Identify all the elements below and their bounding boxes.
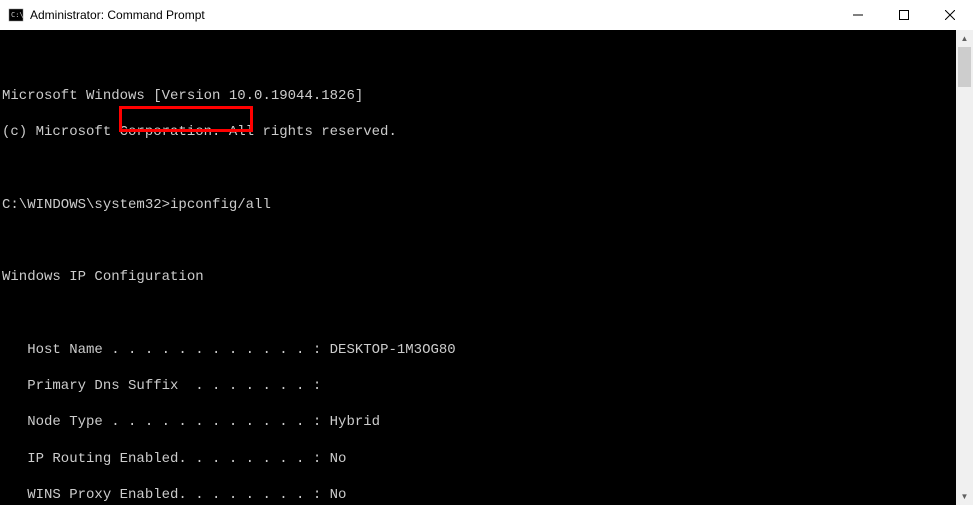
window-title: Administrator: Command Prompt (30, 8, 205, 22)
command-prompt-window: C:\ Administrator: Command Prompt Micros… (0, 0, 973, 505)
node-type-label: Node Type . . . . . . . . . . . . : (2, 414, 330, 430)
scrollbar-thumb[interactable] (958, 47, 971, 87)
minimize-button[interactable] (835, 0, 881, 30)
cmd-icon: C:\ (8, 7, 24, 23)
close-button[interactable] (927, 0, 973, 30)
scrollbar-down-arrow[interactable]: ▼ (956, 488, 973, 505)
command-text: ipconfig/all (170, 197, 271, 213)
scrollbar-track[interactable] (956, 47, 973, 488)
terminal-area[interactable]: Microsoft Windows [Version 10.0.19044.18… (0, 30, 973, 505)
wins-proxy-label: WINS Proxy Enabled. . . . . . . . : (2, 487, 330, 503)
ip-routing-label: IP Routing Enabled. . . . . . . . : (2, 451, 330, 467)
svg-text:C:\: C:\ (11, 11, 24, 19)
maximize-button[interactable] (881, 0, 927, 30)
scrollbar-up-arrow[interactable]: ▲ (956, 30, 973, 47)
vertical-scrollbar[interactable]: ▲ ▼ (956, 30, 973, 505)
copyright-text: (c) Microsoft Corporation. All rights re… (2, 124, 397, 140)
node-type-value: Hybrid (330, 414, 380, 430)
host-name-label: Host Name . . . . . . . . . . . . : (2, 342, 330, 358)
host-name-value: DESKTOP-1M3OG80 (330, 342, 456, 358)
primary-dns-label: Primary Dns Suffix . . . . . . . : (2, 378, 321, 394)
ip-routing-value: No (330, 451, 347, 467)
wins-proxy-value: No (330, 487, 347, 503)
terminal-content: Microsoft Windows [Version 10.0.19044.18… (2, 68, 956, 505)
prompt-text: C:\WINDOWS\system32> (2, 197, 170, 213)
titlebar[interactable]: C:\ Administrator: Command Prompt (0, 0, 973, 30)
version-text: Microsoft Windows [Version 10.0.19044.18… (2, 88, 363, 104)
window-controls (835, 0, 973, 30)
ip-config-header: Windows IP Configuration (2, 269, 204, 285)
